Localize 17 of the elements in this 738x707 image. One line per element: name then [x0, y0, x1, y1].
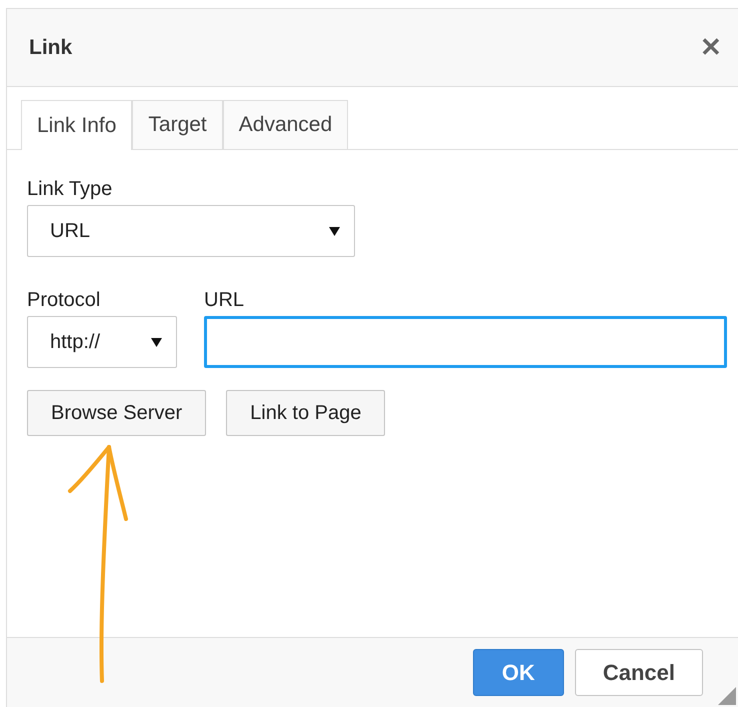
action-button[interactable]: Browse Server: [27, 390, 206, 436]
resize-grip-icon: [718, 687, 736, 705]
action-button[interactable]: Link to Page: [226, 390, 386, 436]
close-button[interactable]: ✕: [700, 32, 722, 63]
tab[interactable]: Advanced: [222, 100, 348, 149]
url-field[interactable]: [204, 316, 727, 368]
field-label: Protocol: [27, 289, 102, 312]
dialog-title: Link: [29, 36, 72, 60]
caret-icon: [151, 338, 162, 346]
field-label: URL: [204, 289, 246, 312]
field-label: Link Type: [27, 178, 114, 201]
caret-icon: [329, 226, 340, 236]
cancel-button[interactable]: Cancel: [574, 649, 703, 696]
tab[interactable]: Link Info: [21, 100, 132, 150]
protocol-select[interactable]: http://: [27, 316, 177, 368]
tab[interactable]: Target: [132, 100, 223, 149]
link-type-select[interactable]: URL: [27, 205, 355, 257]
